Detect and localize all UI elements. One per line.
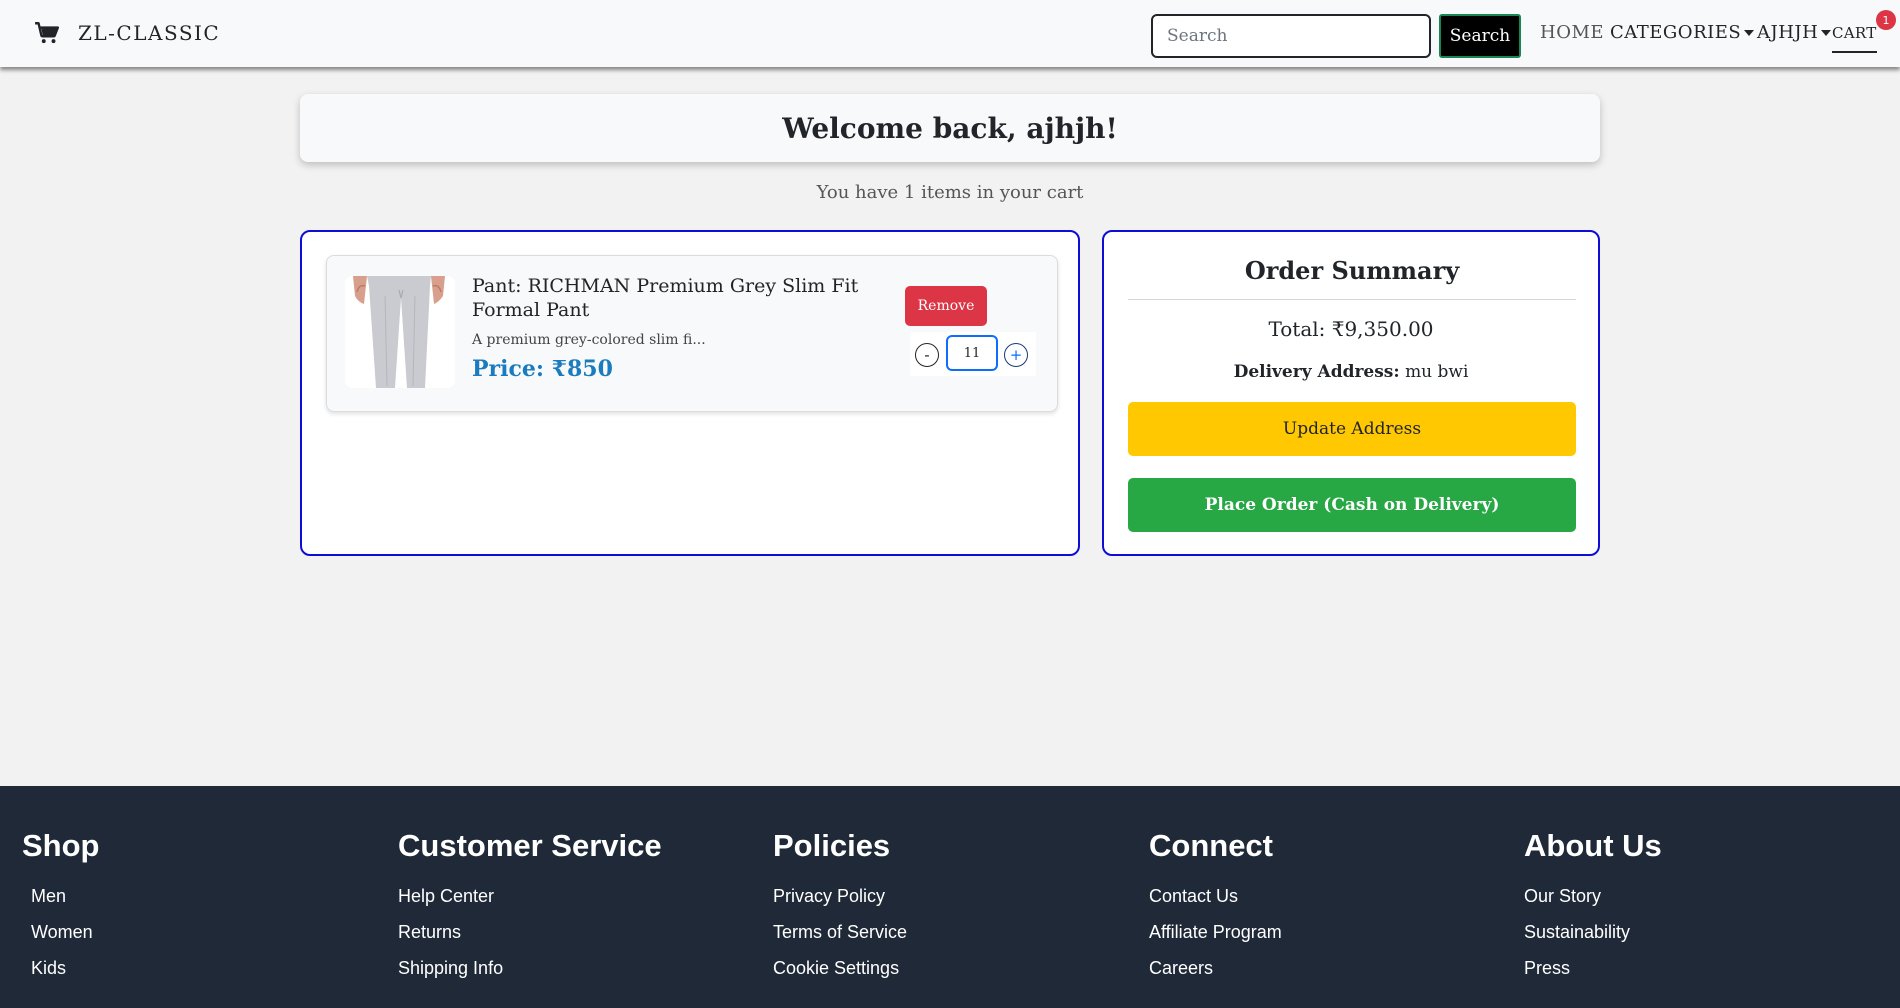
shopping-cart-icon: [35, 22, 60, 44]
remove-item-button[interactable]: Remove: [905, 286, 987, 326]
nav-categories-label: CATEGORIES: [1610, 22, 1742, 43]
footer-link-terms-of-service[interactable]: Terms of Service: [773, 920, 907, 956]
search-input[interactable]: [1151, 14, 1431, 58]
delivery-address: Delivery Address: mu bwi: [1104, 362, 1598, 382]
delivery-address-label: Delivery Address:: [1233, 362, 1400, 382]
product-name[interactable]: Pant: RICHMAN Premium Grey Slim Fit Form…: [472, 274, 872, 322]
cart-item: Pant: RICHMAN Premium Grey Slim Fit Form…: [326, 255, 1058, 412]
footer-link-help-center[interactable]: Help Center: [398, 884, 662, 920]
footer-link-men[interactable]: Men: [22, 884, 100, 920]
quantity-stepper: - +: [910, 332, 1036, 376]
footer-link-press[interactable]: Press: [1524, 956, 1662, 992]
footer-shop-column: Shop Men Women Kids: [22, 828, 100, 992]
cart-items-panel: Pant: RICHMAN Premium Grey Slim Fit Form…: [300, 230, 1080, 556]
cart-count-badge: 1: [1876, 10, 1896, 30]
product-description: A premium grey-colored slim fi...: [472, 332, 706, 348]
place-order-button[interactable]: Place Order (Cash on Delivery): [1128, 478, 1576, 532]
delivery-address-value: mu bwi: [1405, 362, 1469, 382]
brand-name: ZL-CLASSIC: [78, 21, 221, 45]
caret-down-icon: [1821, 30, 1832, 36]
footer-customer-service-title: Customer Service: [398, 828, 662, 863]
footer-link-returns[interactable]: Returns: [398, 920, 662, 956]
cart-count-text: You have 1 items in your cart: [816, 182, 1084, 203]
quantity-input[interactable]: [946, 335, 998, 371]
welcome-title: Welcome back, ajhjh!: [782, 111, 1118, 145]
decrease-quantity-button[interactable]: -: [915, 343, 939, 367]
search-button[interactable]: Search: [1439, 14, 1521, 58]
footer-link-careers[interactable]: Careers: [1149, 956, 1282, 992]
nav-categories-dropdown[interactable]: CATEGORIES: [1610, 22, 1755, 43]
footer-link-cookie-settings[interactable]: Cookie Settings: [773, 956, 907, 992]
welcome-card: Welcome back, ajhjh!: [300, 94, 1600, 162]
product-image: [345, 276, 455, 388]
update-address-button[interactable]: Update Address: [1128, 402, 1576, 456]
footer-link-kids[interactable]: Kids: [22, 956, 100, 992]
order-summary-panel: Order Summary Total: ₹9,350.00 Delivery …: [1102, 230, 1600, 556]
nav-user-dropdown[interactable]: AJHJH: [1757, 22, 1832, 43]
footer-link-women[interactable]: Women: [22, 920, 100, 956]
footer-shop-title: Shop: [22, 828, 100, 863]
nav-home-link[interactable]: HOME: [1540, 22, 1604, 43]
product-price: Price: ₹850: [472, 356, 613, 382]
increase-quantity-button[interactable]: +: [1004, 343, 1028, 367]
footer-link-contact-us[interactable]: Contact Us: [1149, 884, 1282, 920]
site-footer: Shop Men Women Kids Customer Service Hel…: [0, 786, 1900, 1008]
footer-link-privacy-policy[interactable]: Privacy Policy: [773, 884, 907, 920]
footer-policies-title: Policies: [773, 828, 891, 863]
caret-down-icon: [1744, 30, 1755, 36]
footer-customer-service-column: Customer Service Help Center Returns Shi…: [398, 828, 662, 992]
nav-user-label: AJHJH: [1757, 22, 1819, 43]
footer-about-title: About Us: [1524, 828, 1662, 863]
footer-about-column: About Us Our Story Sustainability Press: [1524, 828, 1662, 992]
footer-connect-title: Connect: [1149, 828, 1273, 863]
order-total: Total: ₹9,350.00: [1268, 317, 1434, 341]
nav-cart-link[interactable]: CART: [1832, 24, 1877, 53]
footer-link-our-story[interactable]: Our Story: [1524, 884, 1662, 920]
footer-policies-column: Policies Privacy Policy Terms of Service…: [773, 828, 907, 992]
footer-link-affiliate-program[interactable]: Affiliate Program: [1149, 920, 1282, 956]
brand-link[interactable]: ZL-CLASSIC: [34, 20, 220, 46]
top-navbar: ZL-CLASSIC Search HOME CATEGORIES AJHJH …: [0, 0, 1900, 67]
footer-connect-column: Connect Contact Us Affiliate Program Car…: [1149, 828, 1282, 992]
order-summary-title: Order Summary: [1128, 252, 1576, 300]
footer-link-shipping-info[interactable]: Shipping Info: [398, 956, 662, 992]
footer-link-sustainability[interactable]: Sustainability: [1524, 920, 1662, 956]
